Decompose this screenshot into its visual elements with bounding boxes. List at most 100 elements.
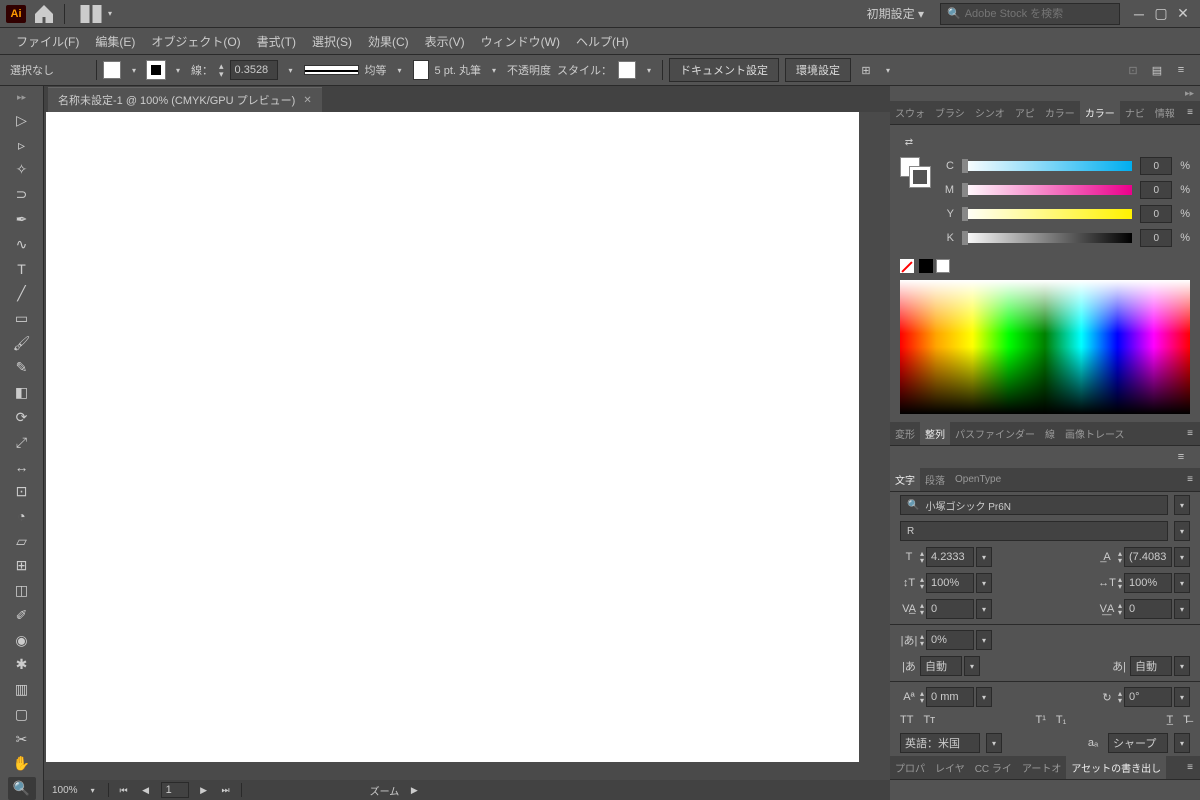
white-swatch[interactable]: [936, 259, 950, 273]
scale-tool[interactable]: ⤢: [8, 431, 36, 454]
hand-tool[interactable]: ✋: [8, 753, 36, 776]
font-family-dropdown[interactable]: ▾: [1174, 495, 1190, 515]
align-dropdown[interactable]: ▾: [881, 61, 895, 79]
status-scroll[interactable]: ▶: [407, 783, 421, 797]
hscale-field[interactable]: [1124, 573, 1172, 593]
close-button[interactable]: ✕: [1172, 4, 1194, 24]
yellow-field[interactable]: [1140, 205, 1172, 223]
kerning-stepper[interactable]: ▴▾: [920, 602, 924, 616]
panel-menu-icon[interactable]: ≡: [1172, 448, 1190, 466]
tracking-field[interactable]: [1124, 599, 1172, 619]
menu-効果[interactable]: 効果(C): [362, 30, 415, 53]
home-icon[interactable]: [32, 2, 56, 26]
subscript-button[interactable]: T₁: [1056, 714, 1066, 726]
brush-preview[interactable]: [413, 60, 429, 80]
menu-選択[interactable]: 選択(S): [306, 30, 358, 53]
panel-tab[interactable]: スウォ: [890, 101, 930, 124]
panel-tab[interactable]: カラー: [1080, 101, 1120, 124]
stroke-profile-preview[interactable]: [304, 65, 359, 75]
size-stepper[interactable]: ▴▾: [920, 550, 924, 564]
fill-dropdown[interactable]: ▾: [127, 61, 141, 79]
free-transform-tool[interactable]: ⊡: [8, 480, 36, 503]
slice-tool[interactable]: ✂: [8, 728, 36, 751]
panel-tab[interactable]: 画像トレース: [1060, 422, 1130, 445]
eyedropper-tool[interactable]: ✐: [8, 604, 36, 627]
yellow-slider[interactable]: [962, 209, 1132, 219]
panel-tab[interactable]: 情報: [1150, 101, 1180, 124]
preferences-button[interactable]: 環境設定: [785, 58, 851, 82]
workspace-switcher[interactable]: 初期設定 ▾: [859, 3, 932, 24]
zoom-tool[interactable]: 🔍: [8, 777, 36, 800]
style-dropdown[interactable]: ▾: [642, 61, 656, 79]
panel-tab[interactable]: 段落: [920, 468, 950, 491]
font-style-dropdown[interactable]: ▾: [1174, 521, 1190, 541]
aki-left-dropdown[interactable]: ▾: [964, 656, 980, 676]
toolbar-expand[interactable]: ▸▸: [17, 92, 26, 103]
type-tool[interactable]: T: [8, 258, 36, 281]
perspective-tool[interactable]: ▱: [8, 530, 36, 553]
panel-tab[interactable]: ナビ: [1120, 101, 1150, 124]
vscale-field[interactable]: [926, 573, 974, 593]
panel-tab[interactable]: カラー: [1040, 101, 1080, 124]
stroke-color-swatch[interactable]: [910, 167, 930, 187]
leading-field[interactable]: [1124, 547, 1172, 567]
font-family-input[interactable]: [925, 500, 1161, 511]
symbol-sprayer-tool[interactable]: ✱: [8, 654, 36, 677]
smallcaps-button[interactable]: Tᴛ: [923, 714, 935, 726]
line-tool[interactable]: ╱: [8, 282, 36, 305]
menu-オブジェクト[interactable]: オブジェクト(O): [145, 30, 246, 53]
baseline-stepper[interactable]: ▴▾: [920, 690, 924, 704]
tracking-dropdown[interactable]: ▾: [1174, 599, 1190, 619]
document-tab[interactable]: 名称未設定-1 @ 100% (CMYK/GPU プレビュー) ✕: [48, 87, 322, 112]
aki-right-dropdown[interactable]: ▾: [1174, 656, 1190, 676]
stroke-weight-dropdown[interactable]: ▾: [284, 61, 298, 79]
stroke-weight-stepper[interactable]: ▴▾: [219, 62, 224, 78]
font-size-field[interactable]: [926, 547, 974, 567]
panel-menu-icon[interactable]: ≡: [1180, 428, 1200, 439]
fill-swatch[interactable]: [103, 61, 121, 79]
panel-tab[interactable]: 整列: [920, 422, 950, 445]
last-artboard-button[interactable]: ⏭: [219, 783, 233, 797]
panel-tab[interactable]: シンオ: [970, 101, 1010, 124]
strikethrough-button[interactable]: T̶: [1183, 714, 1190, 726]
panel-tab[interactable]: 文字: [890, 468, 920, 491]
font-style-input[interactable]: [907, 526, 1161, 537]
black-slider[interactable]: [962, 233, 1132, 243]
selection-tool[interactable]: ▷: [8, 109, 36, 132]
cyan-slider[interactable]: [962, 161, 1132, 171]
options-icon[interactable]: ≡: [1172, 61, 1190, 79]
underline-button[interactable]: T̲: [1167, 714, 1174, 726]
tsume-dropdown[interactable]: ▾: [976, 630, 992, 650]
aki-left-field[interactable]: [920, 656, 962, 676]
black-field[interactable]: [1140, 229, 1172, 247]
pencil-tool[interactable]: ✎: [8, 357, 36, 380]
prev-artboard-button[interactable]: ◀: [139, 783, 153, 797]
brush-dropdown[interactable]: ▾: [487, 61, 501, 79]
align-panel-icon[interactable]: ▤: [1148, 61, 1166, 79]
magenta-field[interactable]: [1140, 181, 1172, 199]
panel-tab[interactable]: CC ライ: [970, 756, 1017, 779]
panel-menu-icon[interactable]: ≡: [1180, 474, 1200, 485]
none-color-swatch[interactable]: [900, 259, 914, 273]
blend-tool[interactable]: ◉: [8, 629, 36, 652]
panel-tab[interactable]: アピ: [1010, 101, 1040, 124]
rectangle-tool[interactable]: ▭: [8, 307, 36, 330]
artboard-tool[interactable]: ▢: [8, 703, 36, 726]
document-setup-button[interactable]: ドキュメント設定: [669, 58, 779, 82]
hscale-stepper[interactable]: ▴▾: [1118, 576, 1122, 590]
tracking-stepper[interactable]: ▴▾: [1118, 602, 1122, 616]
panel-tab[interactable]: パスファインダー: [950, 422, 1040, 445]
kerning-field[interactable]: [926, 599, 974, 619]
eraser-tool[interactable]: ◧: [8, 381, 36, 404]
menu-ヘルプ[interactable]: ヘルプ(H): [570, 30, 635, 53]
panel-tab[interactable]: OpenType: [950, 470, 1006, 489]
fill-stroke-indicator[interactable]: [900, 157, 930, 187]
fill-stroke-swap-icon[interactable]: ⇄: [900, 133, 918, 151]
artboard-number-field[interactable]: [161, 782, 189, 798]
panel-tab[interactable]: アセットの書き出し: [1066, 756, 1166, 779]
font-style-field[interactable]: [900, 521, 1168, 541]
paintbrush-tool[interactable]: 🖌: [8, 332, 36, 355]
superscript-button[interactable]: T¹: [1035, 714, 1045, 726]
artboard[interactable]: [46, 112, 859, 762]
rotation-dropdown[interactable]: ▾: [1174, 687, 1190, 707]
